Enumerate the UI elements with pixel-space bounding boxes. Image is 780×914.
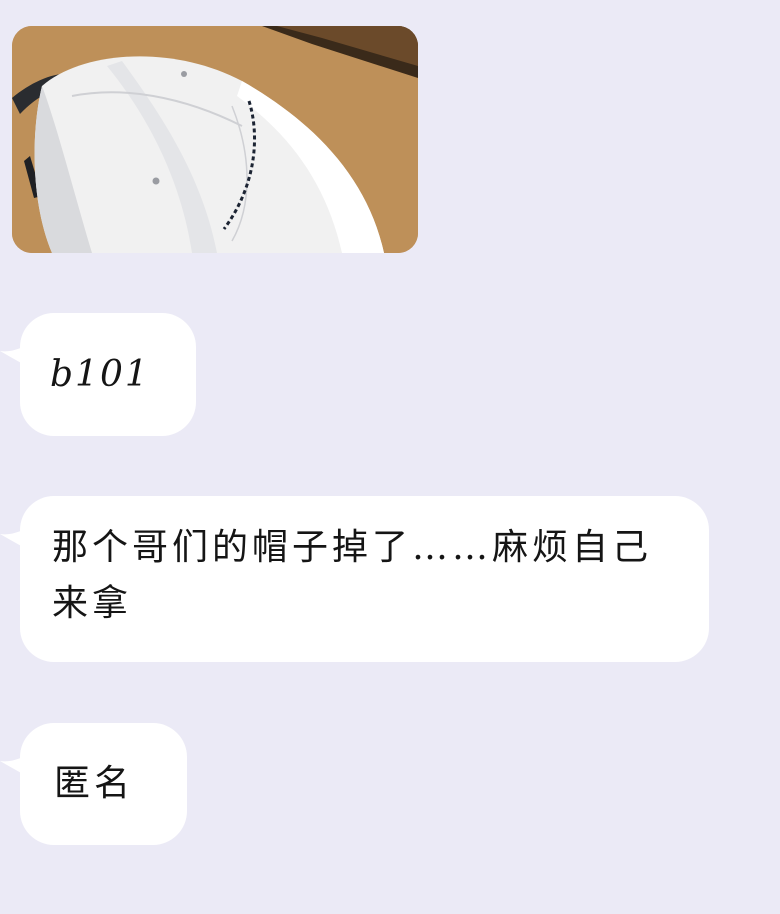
cap-photo <box>12 26 418 253</box>
bubble-tail <box>0 753 34 779</box>
message-bubble-notice[interactable]: 那个哥们的帽子掉了……麻烦自己来拿 <box>0 496 709 662</box>
chat-thread: b101 那个哥们的帽子掉了……麻烦自己来拿 匿名 <box>0 0 780 914</box>
message-text: 匿名 <box>54 763 135 804</box>
cap-photo-message[interactable] <box>12 26 418 253</box>
message-text: b101 <box>50 354 150 395</box>
message-bubble-room[interactable]: b101 <box>0 313 196 436</box>
message-text: 那个哥们的帽子掉了……麻烦自己来拿 <box>52 527 653 624</box>
bubble-tail <box>0 343 34 369</box>
bubble-tail <box>0 526 34 552</box>
message-bubble-signature[interactable]: 匿名 <box>0 723 187 845</box>
